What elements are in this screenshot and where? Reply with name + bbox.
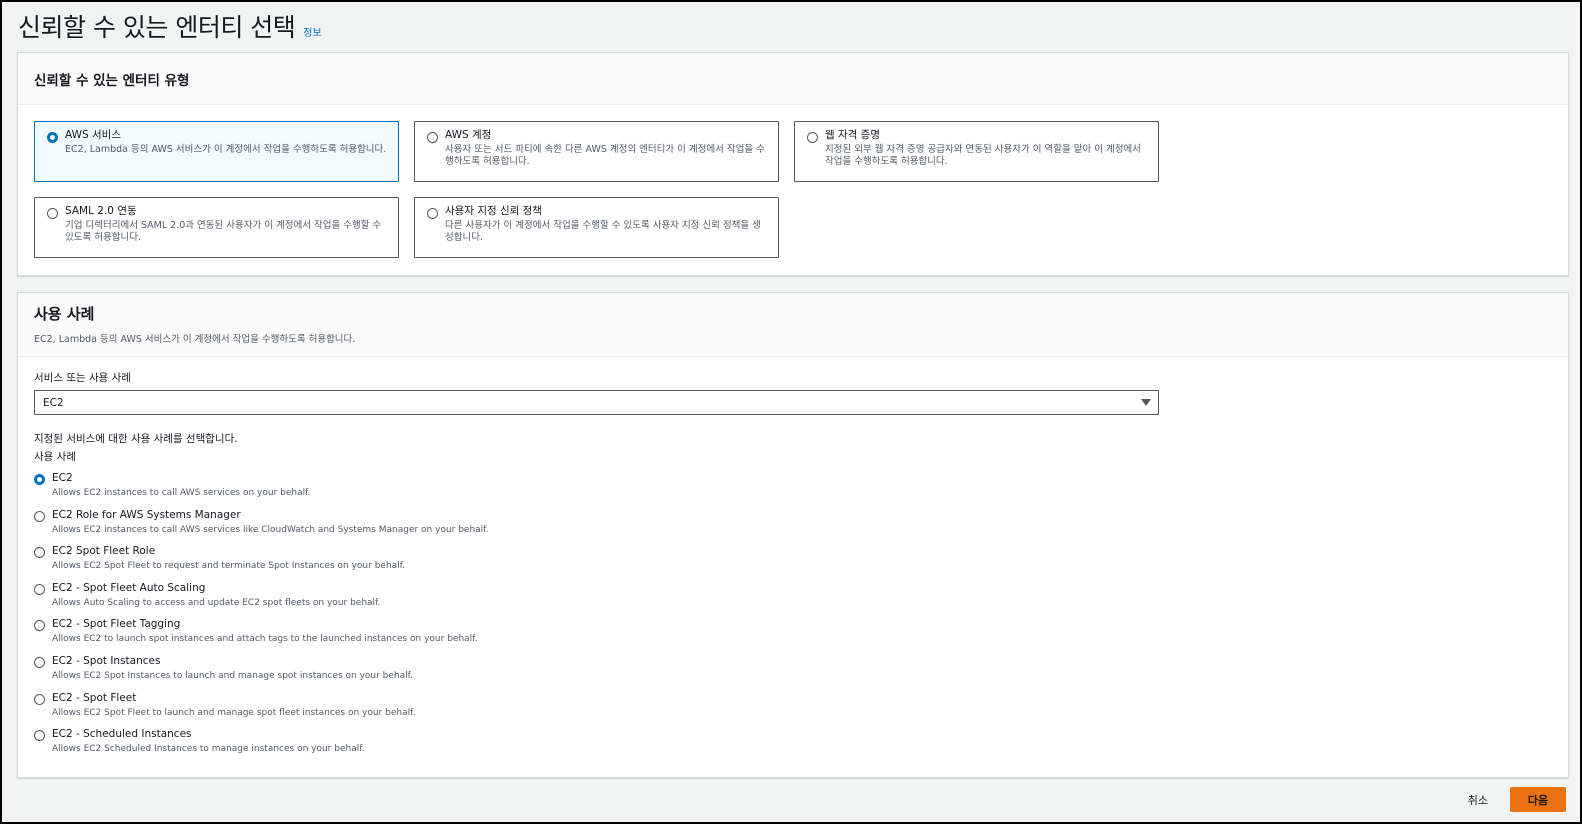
radio-aws-service[interactable] [47,132,58,143]
radio-aws-account[interactable] [427,132,438,143]
info-link[interactable]: 정보 [303,24,321,39]
use-case-desc: EC2, Lambda 등의 AWS 서비스가 이 계정에서 작업을 수행하도록… [34,334,356,345]
console-frame: 신뢰할 수 있는 엔터티 선택 정보 신뢰할 수 있는 엔터티 유형 AWS 서… [0,0,1582,824]
use-case-item-title: EC2 - Scheduled Instances [52,728,192,741]
use-case-hint: 지정된 서비스에 대한 사용 사례를 선택합니다. [34,433,238,445]
use-case-item-desc: Allows EC2 instances to call AWS service… [52,488,311,498]
radio-spot-fleet-auto-scaling[interactable] [34,583,45,595]
tile-desc: 지정된 외부 웹 자격 증명 공급자와 연동된 사용자가 이 역할을 맡아 이 … [825,144,1141,167]
use-case-item-ssm[interactable]: EC2 Role for AWS Systems Manager Allows … [34,508,489,545]
use-case-item-spot-fleet-auto-scaling[interactable]: EC2 - Spot Fleet Auto Scaling Allows Aut… [34,581,489,618]
use-case-title: 사용 사례 [34,305,95,323]
use-case-item-desc: Allows Auto Scaling to access and update… [52,597,381,608]
entity-type-panel-header: 신뢰할 수 있는 엔터티 유형 [18,53,1568,105]
tile-title: SAML 2.0 연동 [65,205,137,217]
use-case-item-spot-fleet-tagging[interactable]: EC2 - Spot Fleet Tagging Allows EC2 to l… [34,617,489,654]
service-select-value: EC2 [43,397,64,409]
use-case-list-label: 사용 사례 [34,451,76,463]
caret-down-icon [1141,399,1151,406]
use-case-item-title: EC2 - Spot Fleet Tagging [52,618,181,631]
use-case-item-title: EC2 - Spot Fleet Auto Scaling [52,581,206,594]
entity-type-panel: 신뢰할 수 있는 엔터티 유형 AWS 서비스 EC2, Lambda 등의 A… [17,52,1569,276]
cancel-button[interactable]: 취소 [1446,787,1510,812]
use-case-item-ec2[interactable]: EC2 Allows EC2 instances to call AWS ser… [34,471,489,508]
entity-type-title: 신뢰할 수 있는 엔터티 유형 [34,72,190,89]
tile-title: AWS 계정 [445,129,492,141]
service-select[interactable]: EC2 [34,390,1159,415]
service-field-label: 서비스 또는 사용 사례 [34,372,131,384]
radio-saml[interactable] [47,208,58,219]
use-case-item-title: EC2 Role for AWS Systems Manager [52,508,241,521]
tile-desc: 기업 디렉터리에서 SAML 2.0과 연동된 사용자가 이 계정에서 작업을 … [65,220,382,243]
radio-spot-fleet-role[interactable] [34,547,45,559]
use-case-item-title: EC2 - Spot Instances [52,654,161,667]
page-header: 신뢰할 수 있는 엔터티 선택 정보 [18,8,322,42]
use-case-item-desc: Allows EC2 Spot Fleet to request and ter… [52,561,406,572]
use-case-item-desc: Allows EC2 Spot Instances to launch and … [52,670,414,681]
use-case-item-title: EC2 Spot Fleet Role [52,545,156,558]
radio-custom-trust-policy[interactable] [427,208,438,219]
radio-ssm[interactable] [34,510,45,522]
next-button[interactable]: 다음 [1510,787,1566,812]
tile-title: 웹 자격 증명 [825,129,880,141]
tile-custom-trust-policy[interactable]: 사용자 지정 신뢰 정책 다른 사용자가 이 계정에서 작업을 수행할 수 있도… [414,197,779,258]
tile-title: AWS 서비스 [65,129,121,141]
tile-web-identity[interactable]: 웹 자격 증명 지정된 외부 웹 자격 증명 공급자와 연동된 사용자가 이 역… [794,121,1159,182]
radio-spot-fleet-tagging[interactable] [34,620,45,632]
tile-desc: EC2, Lambda 등의 AWS 서비스가 이 계정에서 작업을 수행하도록… [65,144,387,155]
use-case-list: EC2 Allows EC2 instances to call AWS ser… [34,471,489,764]
tile-desc: 사용자 또는 서드 파티에 속한 다른 AWS 계정의 엔터티가 이 계정에서 … [445,144,765,167]
radio-spot-instances[interactable] [34,656,45,668]
use-case-item-title: EC2 - Spot Fleet [52,691,137,704]
radio-ec2[interactable] [34,474,45,485]
use-case-item-desc: Allows EC2 Spot Fleet to launch and mana… [52,707,416,718]
use-case-item-desc: Allows EC2 Scheduled Instances to manage… [52,744,365,755]
tile-saml[interactable]: SAML 2.0 연동 기업 디렉터리에서 SAML 2.0과 연동된 사용자가… [34,197,399,258]
use-case-item-scheduled-instances[interactable]: EC2 - Scheduled Instances Allows EC2 Sch… [34,727,489,764]
tile-aws-account[interactable]: AWS 계정 사용자 또는 서드 파티에 속한 다른 AWS 계정의 엔터티가 … [414,121,779,182]
page-title: 신뢰할 수 있는 엔터티 선택 [18,13,296,42]
footer-actions: 취소 다음 [1446,787,1566,812]
use-case-panel-header: 사용 사례 EC2, Lambda 등의 AWS 서비스가 이 계정에서 작업을… [18,293,1568,357]
use-case-item-spot-fleet-role[interactable]: EC2 Spot Fleet Role Allows EC2 Spot Flee… [34,544,489,581]
tile-aws-service[interactable]: AWS 서비스 EC2, Lambda 등의 AWS 서비스가 이 계정에서 작… [34,121,399,182]
radio-web-identity[interactable] [807,132,818,143]
radio-spot-fleet[interactable] [34,693,45,705]
use-case-item-title: EC2 [52,472,73,484]
use-case-item-spot-fleet[interactable]: EC2 - Spot Fleet Allows EC2 Spot Fleet t… [34,691,489,728]
use-case-item-spot-instances[interactable]: EC2 - Spot Instances Allows EC2 Spot Ins… [34,654,489,691]
tile-desc: 다른 사용자가 이 계정에서 작업을 수행할 수 있도록 사용자 지정 신뢰 정… [445,220,761,243]
use-case-item-desc: Allows EC2 to launch spot instances and … [52,634,478,645]
radio-scheduled-instances[interactable] [34,730,45,742]
use-case-panel: 사용 사례 EC2, Lambda 등의 AWS 서비스가 이 계정에서 작업을… [17,292,1569,778]
use-case-item-desc: Allows EC2 instances to call AWS service… [52,524,489,535]
tile-title: 사용자 지정 신뢰 정책 [445,205,542,217]
